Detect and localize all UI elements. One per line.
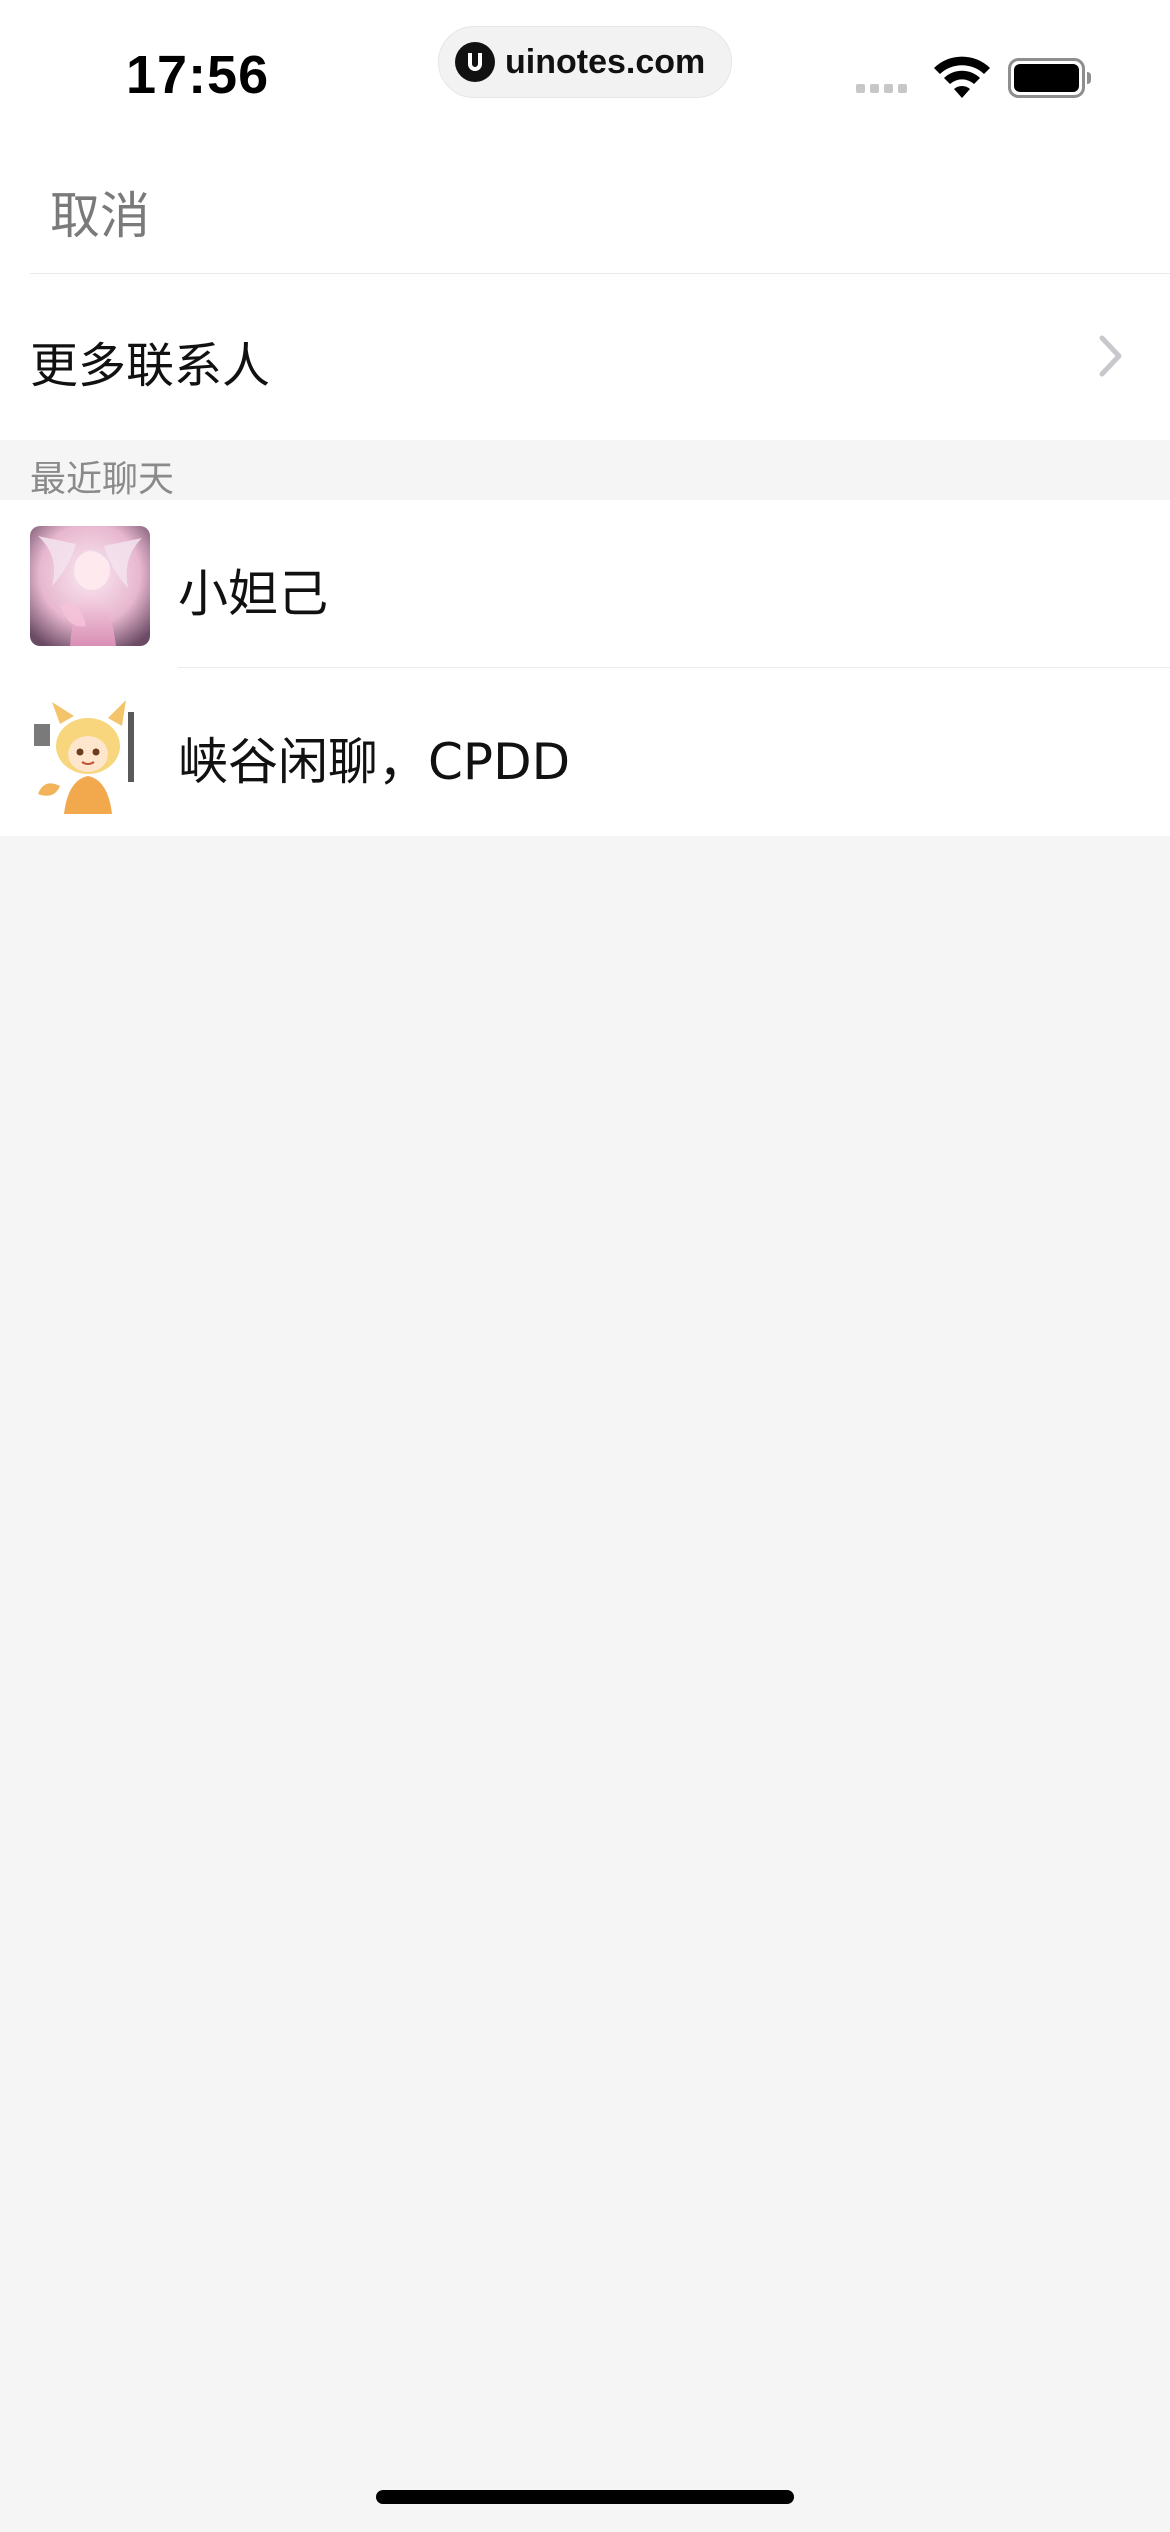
url-pill[interactable]: uinotes.com [438, 26, 732, 98]
avatar-pink-anime-icon [30, 526, 150, 646]
chat-name: 峡谷闲聊，CPDD [178, 733, 571, 791]
wifi-icon [932, 56, 992, 104]
more-contacts-row[interactable]: 更多联系人 [0, 274, 1170, 440]
battery-icon [1008, 58, 1092, 102]
url-text: uinotes.com [505, 42, 706, 81]
cancel-button[interactable]: 取消 [50, 176, 150, 248]
more-contacts-label: 更多联系人 [30, 338, 271, 394]
chat-list: 小妲己 峡谷闲聊，CPDD [0, 500, 1170, 836]
home-indicator[interactable] [376, 2490, 794, 2504]
cellular-signal-icon [856, 84, 907, 93]
avatar-fox-anime-icon [30, 694, 150, 814]
status-time: 17:56 [126, 45, 270, 105]
chevron-right-icon [1098, 334, 1124, 382]
chat-item[interactable]: 小妲己 [0, 500, 1170, 668]
header: 取消 [0, 140, 1170, 274]
chat-item[interactable]: 峡谷闲聊，CPDD [0, 668, 1170, 836]
section-label: 最近聊天 [30, 459, 175, 500]
status-bar: 17:56 uinotes.com [0, 0, 1170, 140]
recent-chats-section: 最近聊天 [0, 440, 1170, 500]
site-logo-icon [455, 42, 495, 82]
chat-name: 小妲己 [178, 565, 328, 623]
